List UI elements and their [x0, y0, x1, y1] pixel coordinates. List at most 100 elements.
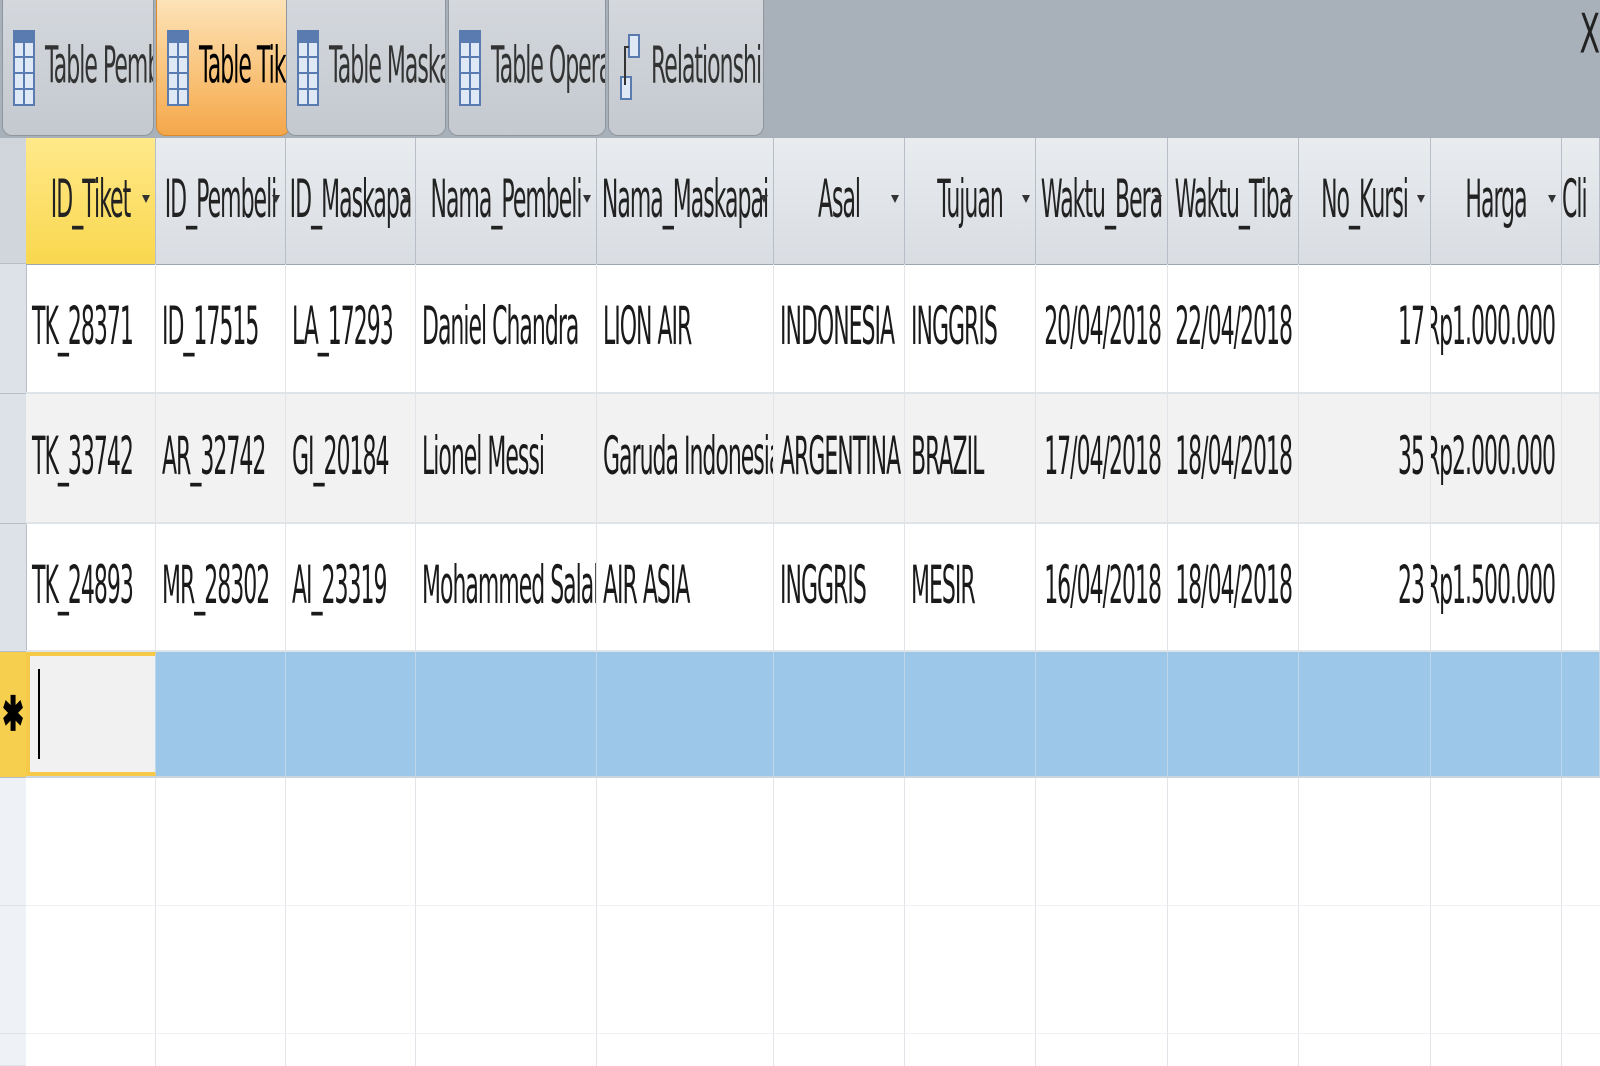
cell-asal[interactable]: ARGENTINA [774, 394, 905, 522]
dropdown-arrow-icon[interactable] [1022, 195, 1030, 203]
column-header-label: Cli [1562, 171, 1588, 231]
table-icon [459, 29, 481, 106]
cell-waktu-berangkat[interactable]: 17/04/2018 [1036, 394, 1168, 522]
grid-line [156, 906, 286, 1033]
new-record-cell[interactable] [597, 652, 774, 776]
dropdown-arrow-icon[interactable] [1417, 195, 1425, 203]
cell-id-tiket[interactable]: TK_28371 [26, 264, 156, 392]
column-header-asal[interactable]: Asal [774, 138, 905, 264]
tab-table-maskapai[interactable]: Table Maskapai [286, 0, 446, 136]
tab-table-tiket[interactable]: Table Tiket [156, 0, 290, 136]
cell-nama-maskapai[interactable]: Garuda Indonesia [597, 394, 774, 522]
new-record-cell[interactable] [905, 652, 1036, 776]
new-record-cell[interactable] [416, 652, 597, 776]
cell-cli[interactable] [1562, 394, 1600, 522]
cell-id-pembeli[interactable]: MR_28302 [156, 524, 286, 650]
cell-no-kursi[interactable]: 17 [1299, 264, 1431, 392]
dropdown-arrow-icon[interactable] [272, 195, 280, 203]
new-record-cell[interactable] [1036, 652, 1168, 776]
relationships-icon [620, 33, 640, 100]
column-header-waktu-berangkat[interactable]: Waktu_Bera [1036, 138, 1168, 264]
cell-harga[interactable]: Rp1.000.000 [1431, 264, 1562, 392]
cell-tujuan[interactable]: MESIR [905, 524, 1036, 650]
record-selector [0, 778, 26, 906]
cell-harga[interactable]: Rp1.500.000 [1431, 524, 1562, 650]
dropdown-arrow-icon[interactable] [1285, 195, 1293, 203]
grid-line [416, 906, 597, 1033]
cell-tujuan[interactable]: BRAZIL [905, 394, 1036, 522]
new-record-cell[interactable] [286, 652, 416, 776]
grid-line [1431, 1034, 1562, 1066]
cell-id-tiket[interactable]: TK_24893 [26, 524, 156, 650]
cell-id-maskapai[interactable]: GI_20184 [286, 394, 416, 522]
cell-cli[interactable] [1562, 264, 1600, 392]
cell-no-kursi[interactable]: 35 [1299, 394, 1431, 522]
tab-relationships[interactable]: Relationships [608, 0, 764, 136]
column-header-waktu-tiba[interactable]: Waktu_Tiba [1168, 138, 1299, 264]
cell-waktu-tiba[interactable]: 22/04/2018 [1168, 264, 1299, 392]
document-tab-strip: Table Pembeli Table Tiket Table Maskapai [0, 0, 1600, 138]
select-all-corner[interactable] [0, 138, 26, 264]
column-header-id-tiket[interactable]: ID_Tiket [26, 138, 156, 264]
new-record-cell[interactable] [156, 652, 286, 776]
column-header-label: No_Kursi [1321, 171, 1409, 231]
cell-waktu-tiba[interactable]: 18/04/2018 [1168, 524, 1299, 650]
cell-no-kursi[interactable]: 23 [1299, 524, 1431, 650]
cell-nama-maskapai[interactable]: AIR ASIA [597, 524, 774, 650]
cell-asal[interactable]: INDONESIA [774, 264, 905, 392]
column-header-id-pembeli[interactable]: ID_Pembeli [156, 138, 286, 264]
dropdown-arrow-icon[interactable] [891, 195, 899, 203]
column-header-cli[interactable]: Cli [1562, 138, 1600, 264]
cell-waktu-berangkat[interactable]: 20/04/2018 [1036, 264, 1168, 392]
cell-tujuan[interactable]: INGGRIS [905, 264, 1036, 392]
column-header-no-kursi[interactable]: No_Kursi [1299, 138, 1431, 264]
cell-nama-maskapai[interactable]: LION AIR [597, 264, 774, 392]
grid-line [416, 778, 597, 905]
grid-line [26, 906, 156, 1033]
cell-nama-pembeli[interactable]: Daniel Chandra [416, 264, 597, 392]
record-selector[interactable] [0, 524, 26, 652]
dropdown-arrow-icon[interactable] [402, 195, 410, 203]
record-selector[interactable] [0, 394, 26, 524]
column-header-id-maskapai[interactable]: ID_Maskapa [286, 138, 416, 264]
cell-cli[interactable] [1562, 524, 1600, 650]
cell-id-pembeli[interactable]: AR_32742 [156, 394, 286, 522]
cell-harga[interactable]: Rp2.000.000 [1431, 394, 1562, 522]
new-record-input-id-tiket[interactable] [26, 652, 156, 776]
dropdown-arrow-icon[interactable] [1154, 195, 1162, 203]
new-record-cell[interactable] [1431, 652, 1562, 776]
dropdown-arrow-icon[interactable] [1548, 195, 1556, 203]
tab-table-operator[interactable]: Table Operator [448, 0, 606, 136]
cell-id-maskapai[interactable]: AI_23319 [286, 524, 416, 650]
new-record-cell[interactable] [1168, 652, 1299, 776]
grid-line [774, 1034, 905, 1066]
column-header-tujuan[interactable]: Tujuan [905, 138, 1036, 264]
column-header-row: ID_Tiket ID_Pembeli ID_Maskapa Nama_Pemb… [26, 138, 1600, 265]
cell-waktu-berangkat[interactable]: 16/04/2018 [1036, 524, 1168, 650]
text-caret [38, 669, 40, 759]
column-header-label: Asal [817, 171, 861, 231]
column-header-label: ID_Maskapa [289, 171, 413, 231]
new-record-selector[interactable]: ✱ [0, 652, 26, 778]
grid-line [286, 1034, 416, 1066]
new-record-cell[interactable] [774, 652, 905, 776]
cell-waktu-tiba[interactable]: 18/04/2018 [1168, 394, 1299, 522]
tab-table-pembeli[interactable]: Table Pembeli [2, 0, 154, 136]
cell-id-tiket[interactable]: TK_33742 [26, 394, 156, 522]
cell-id-maskapai[interactable]: LA_17293 [286, 264, 416, 392]
cell-nama-pembeli[interactable]: Lionel Messi [416, 394, 597, 522]
cell-id-pembeli[interactable]: ID_17515 [156, 264, 286, 392]
grid-line [416, 1034, 597, 1066]
dropdown-arrow-icon[interactable] [583, 195, 591, 203]
new-record-cell[interactable] [1562, 652, 1600, 776]
new-record-cell[interactable] [1299, 652, 1431, 776]
column-header-harga[interactable]: Harga [1431, 138, 1562, 264]
close-icon[interactable]: X [1579, 4, 1600, 67]
cell-nama-pembeli[interactable]: Mohammed Salah [416, 524, 597, 650]
column-header-nama-maskapai[interactable]: Nama_Maskapai [597, 138, 774, 264]
record-selector[interactable] [0, 264, 26, 394]
dropdown-arrow-icon[interactable] [142, 195, 150, 203]
dropdown-arrow-icon[interactable] [760, 195, 768, 203]
column-header-nama-pembeli[interactable]: Nama_Pembeli [416, 138, 597, 264]
cell-asal[interactable]: INGGRIS [774, 524, 905, 650]
